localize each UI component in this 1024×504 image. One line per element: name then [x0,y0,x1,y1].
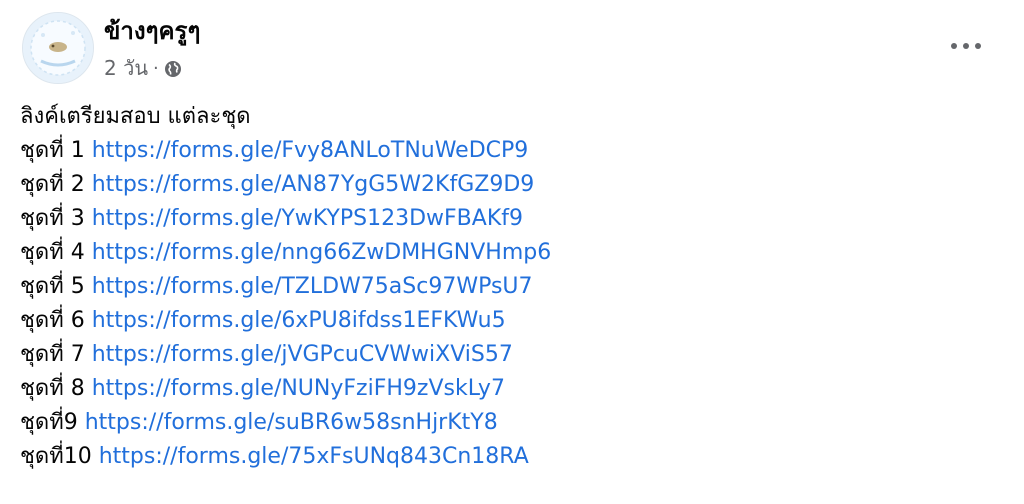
form-link[interactable]: https://forms.gle/jVGPcuCVWwiXViS57 [92,342,513,367]
set-label: ชุดที่ 1 [20,138,85,163]
post-content: ลิงค์เตรียมสอบ แต่ละชุด ชุดที่ 1 https:/… [20,100,980,474]
set-label: ชุดที่ 3 [20,206,85,231]
set-line-10: ชุดที่10 https://forms.gle/75xFsUNq843Cn… [20,440,980,474]
form-link[interactable]: https://forms.gle/Fvy8ANLoTNuWeDCP9 [92,138,529,163]
set-line-4: ชุดที่ 4 https://forms.gle/nng66ZwDMHGNV… [20,236,980,270]
form-link[interactable]: https://forms.gle/AN87YgG5W2KfGZ9D9 [92,172,535,197]
set-label: ชุดที่ 2 [20,172,85,197]
set-line-2: ชุดที่ 2 https://forms.gle/AN87YgG5W2KfG… [20,168,980,202]
more-options-icon [951,43,981,49]
set-line-9: ชุดที่9 https://forms.gle/suBR6w58snHjrK… [20,406,980,440]
author-name[interactable]: ข้างๆครูๆ [104,16,200,46]
avatar-image [23,13,93,83]
set-label: ชุดที่10 [20,444,92,469]
more-options-button[interactable] [946,30,986,62]
facebook-post: ข้างๆครูๆ 2 วัน · ลิงค์เตรียมสอบ แต่ละชุ… [0,0,1024,504]
post-intro: ลิงค์เตรียมสอบ แต่ละชุด [20,104,251,129]
post-meta: 2 วัน · [104,56,182,80]
set-line-5: ชุดที่ 5 https://forms.gle/TZLDW75aSc97W… [20,270,980,304]
set-label: ชุดที่ 4 [20,240,85,265]
meta-separator: · [152,57,159,79]
set-line-6: ชุดที่ 6 https://forms.gle/6xPU8ifdss1EF… [20,304,980,338]
form-link[interactable]: https://forms.gle/NUNyFziFH9zVskLy7 [92,376,505,401]
set-label: ชุดที่ 7 [20,342,85,367]
avatar[interactable] [22,12,94,84]
form-link[interactable]: https://forms.gle/75xFsUNq843Cn18RA [99,444,529,469]
form-link[interactable]: https://forms.gle/YwKYPS123DwFBAKf9 [92,206,523,231]
set-label: ชุดที่ 6 [20,308,85,333]
set-line-7: ชุดที่ 7 https://forms.gle/jVGPcuCVWwiXV… [20,338,980,372]
form-link[interactable]: https://forms.gle/TZLDW75aSc97WPsU7 [92,274,533,299]
set-line-1: ชุดที่ 1 https://forms.gle/Fvy8ANLoTNuWe… [20,134,980,168]
form-link[interactable]: https://forms.gle/nng66ZwDMHGNVHmp6 [92,240,552,265]
globe-icon[interactable] [164,59,182,77]
form-link[interactable]: https://forms.gle/suBR6w58snHjrKtY8 [85,410,498,435]
set-label: ชุดที่ 5 [20,274,85,299]
set-line-3: ชุดที่ 3 https://forms.gle/YwKYPS123DwFB… [20,202,980,236]
set-label: ชุดที่9 [20,410,78,435]
post-time[interactable]: 2 วัน [104,52,148,84]
form-link[interactable]: https://forms.gle/6xPU8ifdss1EFKWu5 [92,308,506,333]
set-label: ชุดที่ 8 [20,376,85,401]
set-line-8: ชุดที่ 8 https://forms.gle/NUNyFziFH9zVs… [20,372,980,406]
